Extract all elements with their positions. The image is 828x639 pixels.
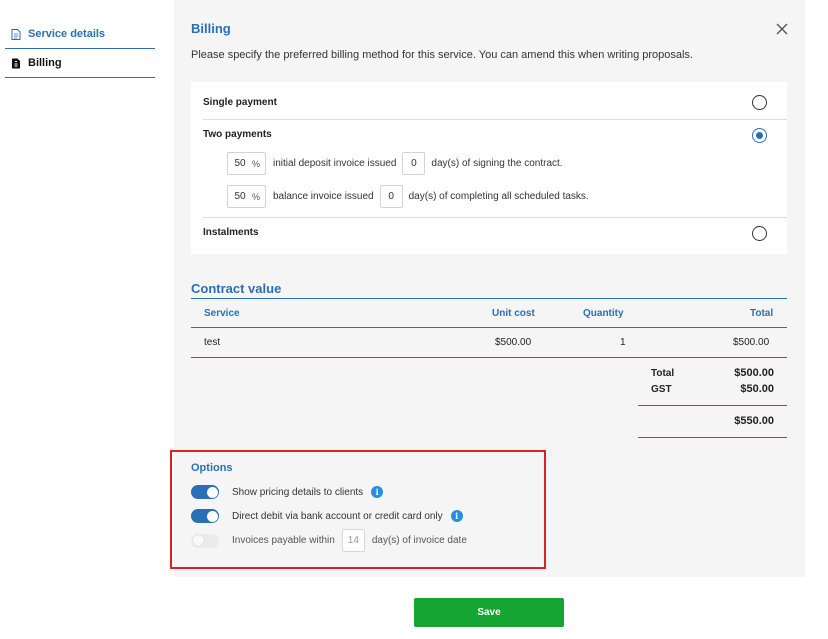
billing-option-two: Two payments	[203, 129, 787, 140]
column-header-service: Service	[204, 308, 240, 319]
total-label: Total	[651, 368, 675, 379]
close-icon[interactable]	[775, 22, 789, 36]
option-label: Direct debit via bank account or credit …	[232, 510, 443, 522]
instalments-radio[interactable]	[752, 226, 767, 241]
option-label: Instalments	[203, 227, 259, 238]
column-header-quantity: Quantity	[583, 308, 624, 319]
billing-description: Please specify the preferred billing met…	[191, 49, 693, 61]
divider	[191, 357, 787, 358]
divider	[203, 119, 787, 120]
option-label: Two payments	[203, 129, 272, 140]
deposit-percent-input[interactable]: 50 %	[227, 152, 266, 175]
deposit-days-input[interactable]: 0	[402, 152, 426, 175]
contract-value-title: Contract value	[191, 281, 282, 296]
cell-quantity: 1	[620, 337, 626, 348]
billing-panel: Billing Please specify the preferred bil…	[174, 0, 805, 577]
two-payments-radio[interactable]	[752, 128, 767, 143]
info-icon[interactable]: i	[371, 486, 384, 498]
balance-row: 50 % balance invoice issued 0 day(s) of …	[227, 185, 589, 208]
deposit-suffix: day(s) of signing the contract.	[431, 158, 563, 169]
sidebar-item-label: Billing	[28, 57, 62, 69]
balance-suffix: day(s) of completing all scheduled tasks…	[408, 191, 589, 202]
divider	[638, 405, 787, 406]
billing-method-card: Single payment Two payments 50 % initial…	[191, 82, 787, 254]
cell-total: $500.00	[733, 337, 770, 348]
save-button[interactable]: Save	[414, 598, 564, 627]
document-icon	[11, 28, 21, 40]
billing-option-instalments: Instalments	[203, 227, 787, 238]
show-pricing-toggle[interactable]	[191, 485, 219, 499]
invoices-payable-toggle[interactable]	[191, 533, 219, 548]
option-label: Invoices payable within	[232, 535, 335, 546]
single-payment-radio[interactable]	[752, 95, 767, 110]
sidebar-item-billing[interactable]: Billing	[5, 49, 155, 78]
deposit-row: 50 % initial deposit invoice issued 0 da…	[227, 152, 563, 175]
option-label: Show pricing details to clients	[232, 486, 364, 498]
gst-label: GST	[651, 384, 672, 395]
divider	[191, 327, 787, 328]
info-icon[interactable]: i	[450, 510, 463, 522]
divider	[638, 437, 787, 438]
option-direct-debit: Direct debit via bank account or credit …	[191, 509, 463, 523]
deposit-label: initial deposit invoice issued	[273, 158, 397, 169]
sidebar: Service details Billing	[5, 20, 155, 78]
billing-option-single: Single payment	[203, 97, 787, 108]
page-title: Billing	[191, 21, 231, 36]
balance-percent-input[interactable]: 50 %	[227, 185, 266, 208]
option-show-pricing: Show pricing details to clients i	[191, 485, 384, 499]
grand-total-value: $550.00	[734, 415, 774, 427]
balance-days-input[interactable]: 0	[379, 185, 403, 208]
divider	[203, 217, 787, 218]
option-label: Single payment	[203, 97, 277, 108]
cell-service: test	[204, 337, 221, 348]
divider	[191, 298, 787, 299]
balance-label: balance invoice issued	[273, 191, 374, 202]
direct-debit-toggle[interactable]	[191, 509, 219, 523]
sidebar-item-label: Service details	[28, 28, 106, 40]
gst-value: $50.00	[740, 383, 774, 395]
option-suffix: day(s) of invoice date	[371, 535, 467, 546]
options-title: Options	[191, 462, 233, 474]
cell-unit-cost: $500.00	[495, 337, 532, 348]
option-invoices-payable: Invoices payable within 14 day(s) of inv…	[191, 529, 467, 552]
invoice-icon	[11, 58, 21, 69]
sidebar-item-service-details[interactable]: Service details	[5, 20, 155, 49]
total-value: $500.00	[734, 367, 774, 379]
column-header-unit-cost: Unit cost	[492, 308, 535, 319]
invoice-days-input[interactable]: 14	[341, 529, 365, 552]
column-header-total: Total	[750, 308, 774, 319]
